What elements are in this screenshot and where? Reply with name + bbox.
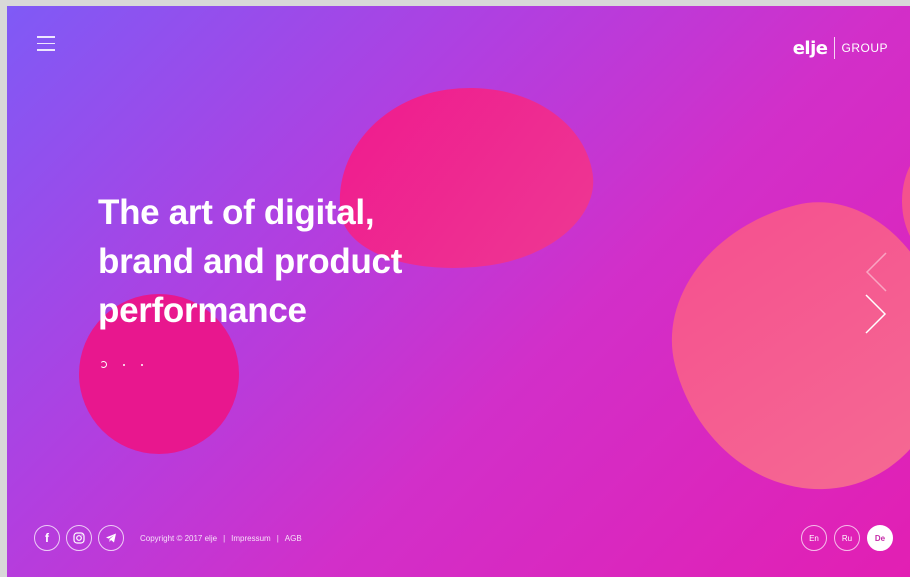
hero-headline: The art of digital, brand and product pe…	[98, 188, 518, 335]
impressum-link[interactable]: Impressum	[231, 534, 271, 543]
language-ru-button[interactable]: Ru	[834, 525, 860, 551]
facebook-glyph: f	[45, 531, 49, 545]
instagram-icon[interactable]	[66, 525, 92, 551]
logo-mark: elje	[792, 37, 828, 59]
logo-divider	[834, 37, 836, 59]
footer-separator: |	[223, 533, 226, 543]
hero-section: elje GROUP The art of digital, brand and…	[7, 6, 910, 577]
headline-line: brand and product	[98, 242, 403, 281]
logo[interactable]: elje GROUP	[793, 36, 888, 60]
slide-dot[interactable]	[123, 363, 125, 366]
prev-arrow-icon[interactable]	[864, 251, 888, 293]
decorative-blob	[902, 146, 910, 256]
copyright-text: Copyright © 2017 elje	[140, 533, 218, 543]
decorative-blob	[644, 177, 910, 520]
slide-dot[interactable]	[141, 363, 143, 366]
language-de-button[interactable]: De	[867, 525, 893, 551]
language-switcher: En Ru De	[794, 525, 893, 551]
facebook-icon[interactable]: f	[34, 525, 60, 551]
language-en-button[interactable]: En	[801, 525, 827, 551]
social-links: f Copyright © 2017 elje | Impressum | AG…	[34, 525, 302, 551]
telegram-icon[interactable]	[98, 525, 124, 551]
logo-suffix: GROUP	[841, 41, 888, 55]
slide-dot-active[interactable]	[100, 361, 107, 368]
footer-separator: |	[276, 533, 279, 543]
slider-pagination	[100, 361, 143, 368]
next-arrow-icon[interactable]	[864, 293, 888, 335]
footer-links: Copyright © 2017 elje | Impressum | AGB	[140, 534, 302, 543]
headline-line: The art of digital,	[98, 193, 375, 232]
agb-link[interactable]: AGB	[285, 534, 302, 543]
hamburger-menu-icon[interactable]	[37, 36, 55, 51]
headline-line: performance	[98, 291, 307, 330]
